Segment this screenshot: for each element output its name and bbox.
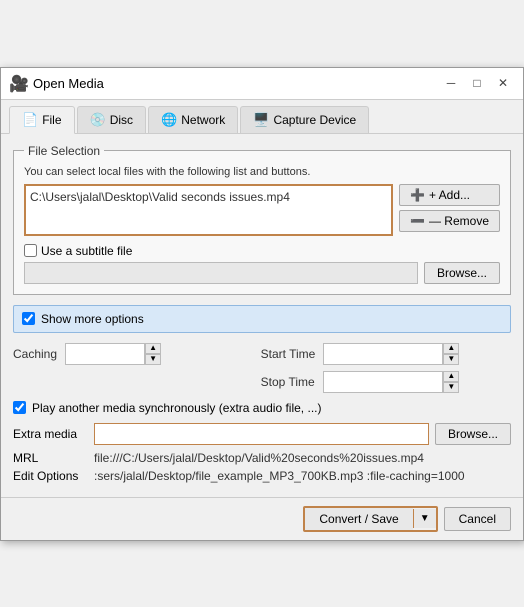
open-media-dialog: 🎥 Open Media ─ □ ✕ 📄 File 💿 Disc 🌐 Netwo… — [0, 67, 524, 541]
vlc-icon: 🎥 — [9, 74, 27, 92]
tab-network[interactable]: 🌐 Network — [148, 106, 238, 133]
title-bar-left: 🎥 Open Media — [9, 74, 104, 92]
caching-spin-group: ▲ ▼ — [145, 343, 161, 365]
subtitle-input-row: Browse... — [24, 262, 500, 284]
start-time-decrement[interactable]: ▼ — [443, 354, 459, 365]
tab-disc[interactable]: 💿 Disc — [77, 106, 147, 133]
add-label: + Add... — [429, 188, 470, 202]
edit-options-label: Edit Options — [13, 469, 88, 483]
add-button[interactable]: ➕ + Add... — [399, 184, 500, 206]
caching-label: Caching — [13, 347, 57, 361]
file-buttons: ➕ + Add... ➖ — Remove — [399, 184, 500, 232]
play-sync-checkbox[interactable] — [13, 401, 26, 414]
stop-time-increment[interactable]: ▲ — [443, 371, 459, 382]
caching-decrement[interactable]: ▼ — [145, 354, 161, 365]
play-sync-row: Play another media synchronously (extra … — [13, 401, 511, 415]
start-time-increment[interactable]: ▲ — [443, 343, 459, 354]
subtitle-label-text: Use a subtitle file — [41, 244, 132, 258]
tab-capture[interactable]: 🖥️ Capture Device — [240, 106, 369, 133]
window-title: Open Media — [33, 76, 104, 91]
tab-bar: 📄 File 💿 Disc 🌐 Network 🖥️ Capture Devic… — [1, 100, 523, 134]
options-grid: Caching 1000 ms ▲ ▼ Start Time 00H:00m:0… — [13, 343, 511, 393]
file-hint-text: You can select local files with the foll… — [24, 166, 500, 178]
close-button[interactable]: ✕ — [491, 73, 515, 93]
remove-label: — Remove — [429, 214, 489, 228]
file-tab-icon: 📄 — [22, 112, 38, 128]
caching-increment[interactable]: ▲ — [145, 343, 161, 354]
show-more-row: Show more options — [13, 305, 511, 333]
subtitle-file-input[interactable] — [24, 262, 418, 284]
convert-save-button[interactable]: Convert / Save — [305, 508, 412, 530]
show-more-checkbox[interactable] — [22, 312, 35, 325]
title-bar-controls: ─ □ ✕ — [439, 73, 515, 93]
subtitle-row: Use a subtitle file — [24, 244, 500, 258]
disc-tab-icon: 💿 — [90, 112, 106, 128]
play-sync-label: Play another media synchronously (extra … — [32, 401, 321, 415]
edit-options-value: :sers/jalal/Desktop/file_example_MP3_700… — [94, 469, 465, 483]
tab-file[interactable]: 📄 File — [9, 106, 75, 134]
extra-media-row: Extra media :/Users/jalal/Desktop/file_e… — [13, 423, 511, 445]
extra-media-input[interactable]: :/Users/jalal/Desktop/file_example_MP3_7… — [94, 423, 429, 445]
title-bar: 🎥 Open Media ─ □ ✕ — [1, 68, 523, 100]
tab-network-label: Network — [181, 113, 225, 127]
subtitle-browse-button[interactable]: Browse... — [424, 262, 500, 284]
subtitle-checkbox[interactable] — [24, 244, 37, 257]
start-time-label: Start Time — [261, 347, 316, 361]
remove-button[interactable]: ➖ — Remove — [399, 210, 500, 232]
file-list-box[interactable]: C:\Users\jalal\Desktop\Valid seconds iss… — [24, 184, 393, 236]
subtitle-checkbox-label[interactable]: Use a subtitle file — [24, 244, 132, 258]
start-time-input-group: 00H:00m:00s.000 ▲ ▼ — [323, 343, 511, 365]
file-selection-legend: File Selection — [24, 144, 104, 158]
stop-time-input[interactable]: 00H:00m:00s.000 — [323, 371, 443, 393]
maximize-button[interactable]: □ — [465, 73, 489, 93]
show-more-label: Show more options — [41, 312, 144, 326]
stop-time-decrement[interactable]: ▼ — [443, 382, 459, 393]
extra-media-label: Extra media — [13, 427, 88, 441]
extra-media-browse-button[interactable]: Browse... — [435, 423, 511, 445]
capture-tab-icon: 🖥️ — [253, 112, 269, 128]
network-tab-icon: 🌐 — [161, 112, 177, 128]
convert-save-dropdown[interactable]: ▼ — [413, 509, 436, 528]
bottom-bar: Convert / Save ▼ Cancel — [1, 497, 523, 540]
add-icon: ➕ — [410, 188, 425, 202]
stop-time-spin-group: ▲ ▼ — [443, 371, 459, 393]
stop-time-input-group: 00H:00m:00s.000 ▲ ▼ — [323, 371, 511, 393]
file-path-display: C:\Users\jalal\Desktop\Valid seconds iss… — [30, 190, 387, 204]
cancel-button[interactable]: Cancel — [444, 507, 511, 531]
mrl-value: file:///C:/Users/jalal/Desktop/Valid%20s… — [94, 451, 424, 465]
caching-input[interactable]: 1000 ms — [65, 343, 145, 365]
tab-capture-label: Capture Device — [273, 113, 356, 127]
stop-time-label: Stop Time — [261, 375, 316, 389]
tab-file-label: File — [42, 113, 61, 127]
caching-input-group: 1000 ms ▲ ▼ — [65, 343, 253, 365]
mrl-label: MRL — [13, 451, 88, 465]
start-time-spin-group: ▲ ▼ — [443, 343, 459, 365]
mrl-row: MRL file:///C:/Users/jalal/Desktop/Valid… — [13, 451, 511, 465]
dialog-content: File Selection You can select local file… — [1, 134, 523, 497]
remove-icon: ➖ — [410, 214, 425, 228]
file-selection-group: File Selection You can select local file… — [13, 144, 511, 295]
start-time-input[interactable]: 00H:00m:00s.000 — [323, 343, 443, 365]
minimize-button[interactable]: ─ — [439, 73, 463, 93]
convert-save-button-group: Convert / Save ▼ — [303, 506, 437, 532]
file-input-row: C:\Users\jalal\Desktop\Valid seconds iss… — [24, 184, 500, 236]
edit-options-row: Edit Options :sers/jalal/Desktop/file_ex… — [13, 469, 511, 483]
tab-disc-label: Disc — [110, 113, 133, 127]
